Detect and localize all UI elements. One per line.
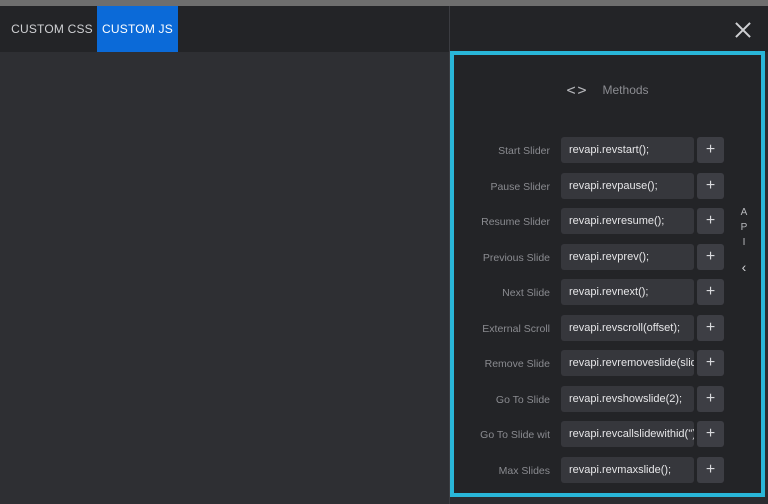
- add-method-button[interactable]: +: [697, 315, 724, 341]
- method-code-field[interactable]: revapi.revprev();: [561, 244, 694, 270]
- api-letter: A: [740, 207, 748, 218]
- add-method-button[interactable]: +: [697, 208, 724, 234]
- add-method-button[interactable]: +: [697, 244, 724, 270]
- chevron-left-icon[interactable]: ‹: [737, 260, 751, 275]
- method-label: Go To Slide: [495, 394, 550, 406]
- method-label: Pause Slider: [490, 181, 550, 193]
- method-label: Resume Slider: [481, 216, 550, 228]
- method-label: Start Slider: [498, 145, 550, 157]
- add-method-button[interactable]: +: [697, 173, 724, 199]
- close-icon[interactable]: [732, 19, 754, 41]
- tab-custom-css[interactable]: CUSTOM CSS: [8, 6, 96, 52]
- add-method-button[interactable]: +: [697, 421, 724, 447]
- method-code-field[interactable]: revapi.revcallslidewithid('');: [561, 421, 694, 447]
- code-editor[interactable]: [0, 52, 449, 504]
- method-row: Start Slider revapi.revstart(); +: [454, 137, 761, 165]
- method-label: External Scroll: [482, 323, 550, 335]
- method-row: Resume Slider revapi.revresume(); +: [454, 208, 761, 236]
- method-row: Remove Slide revapi.revremoveslide(slidei…: [454, 350, 761, 378]
- method-label: Previous Slide: [482, 252, 550, 264]
- api-letter: P: [740, 222, 748, 233]
- methods-panel: <> Methods Start Slider revapi.revstart()…: [450, 51, 765, 497]
- method-row: External Scroll revapi.revscroll(offset);…: [454, 315, 761, 343]
- method-label: Next Slide: [502, 287, 550, 299]
- tab-custom-js[interactable]: CUSTOM JS: [97, 6, 178, 52]
- add-method-button[interactable]: +: [697, 386, 724, 412]
- methods-header: <> Methods: [454, 55, 761, 125]
- api-toggle[interactable]: A P I ‹: [737, 205, 751, 275]
- method-label: Remove Slide: [484, 358, 550, 370]
- method-code-field[interactable]: revapi.revscroll(offset);: [561, 315, 694, 341]
- method-code-field[interactable]: revapi.revnext();: [561, 279, 694, 305]
- add-method-button[interactable]: +: [697, 457, 724, 483]
- method-row: Pause Slider revapi.revpause(); +: [454, 173, 761, 201]
- method-row: Max Slides revapi.revmaxslide(); +: [454, 457, 761, 485]
- method-code-field[interactable]: revapi.revstart();: [561, 137, 694, 163]
- method-row: Go To Slide revapi.revshowslide(2); +: [454, 386, 761, 414]
- method-code-field[interactable]: revapi.revresume();: [561, 208, 694, 234]
- methods-title: Methods: [602, 83, 649, 97]
- api-letter: I: [742, 237, 746, 248]
- method-row: Next Slide revapi.revnext(); +: [454, 279, 761, 307]
- add-method-button[interactable]: +: [697, 137, 724, 163]
- modal-header: CUSTOM CSS CUSTOM JS: [0, 6, 768, 52]
- add-method-button[interactable]: +: [697, 350, 724, 376]
- method-code-field[interactable]: revapi.revshowslide(2);: [561, 386, 694, 412]
- method-row: Go To Slide wit revapi.revcallslidewithid…: [454, 421, 761, 449]
- method-code-field[interactable]: revapi.revmaxslide();: [561, 457, 694, 483]
- method-row: Previous Slide revapi.revprev(); +: [454, 244, 761, 272]
- method-label: Go To Slide wit: [480, 429, 550, 441]
- method-code-field[interactable]: revapi.revremoveslide(slideindex);: [561, 350, 694, 376]
- method-label: Max Slides: [498, 465, 550, 477]
- method-code-field[interactable]: revapi.revpause();: [561, 173, 694, 199]
- code-icon: <>: [566, 81, 589, 99]
- add-method-button[interactable]: +: [697, 279, 724, 305]
